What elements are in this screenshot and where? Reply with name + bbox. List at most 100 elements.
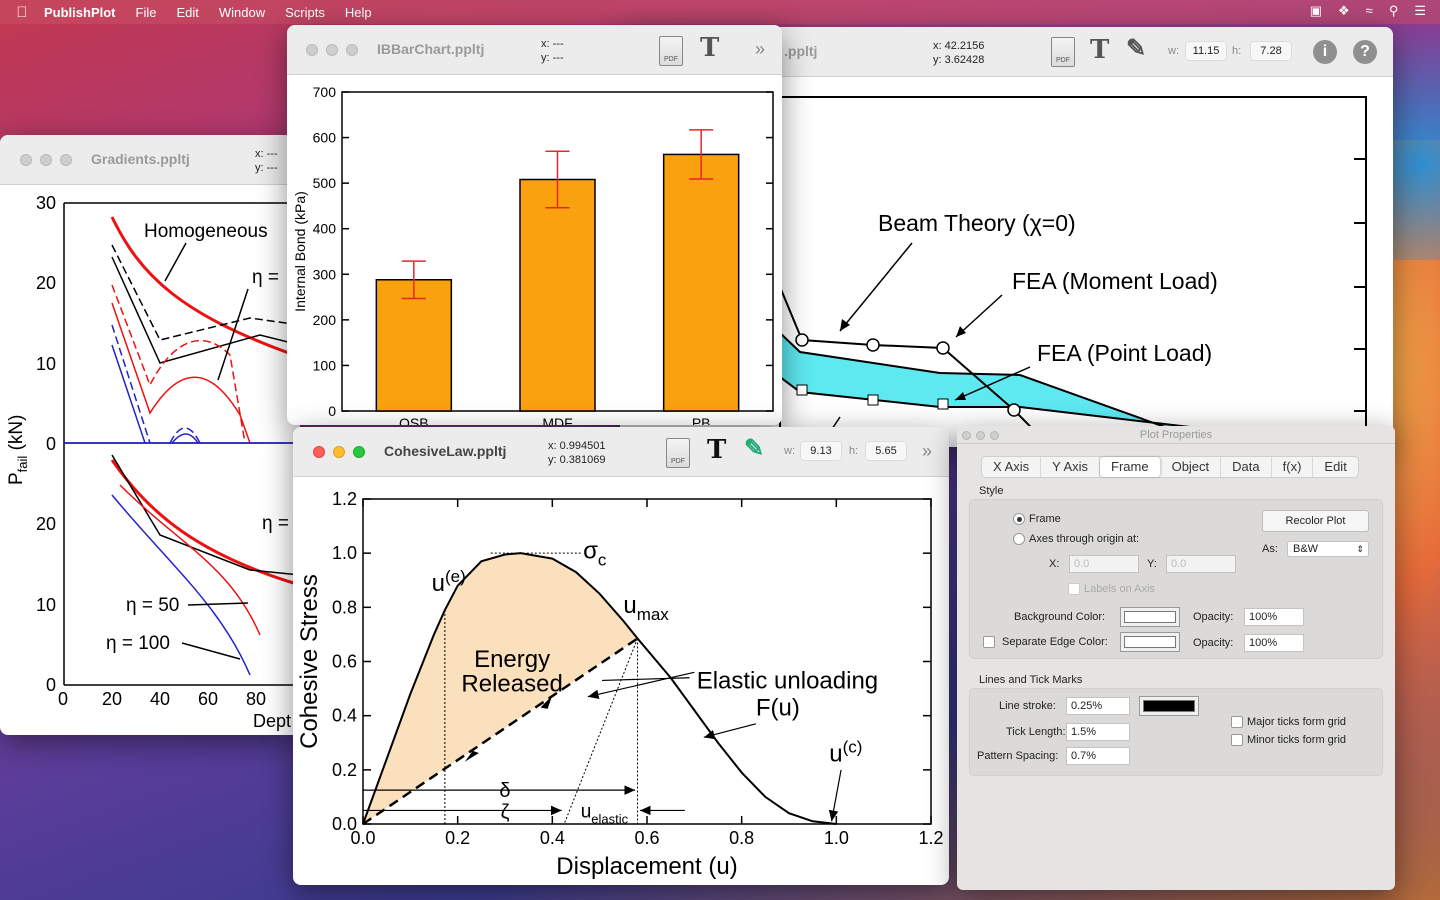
tick-length-field[interactable]: 1.5% [1066, 723, 1130, 741]
control-center-icon[interactable]: ☰ [1414, 3, 1426, 19]
bg-opacity-field[interactable]: 100% [1244, 608, 1304, 626]
search-icon[interactable]: ⚲ [1389, 3, 1399, 19]
x-tick-60: 60 [198, 689, 218, 709]
minor-grid-checkbox[interactable] [1231, 734, 1243, 746]
draw-tool-icon[interactable]: ✎ [744, 433, 764, 462]
zoom-button[interactable] [60, 154, 72, 166]
width-field[interactable]: 11.15 [1185, 41, 1227, 61]
zoom-button[interactable] [346, 44, 358, 56]
origin-y-field[interactable]: 0.0 [1166, 555, 1236, 573]
minimize-button[interactable] [40, 154, 52, 166]
zoom-button[interactable] [353, 446, 365, 458]
height-field[interactable]: 5.65 [865, 441, 907, 461]
line-stroke-label: Line stroke: [999, 700, 1056, 712]
menu-file[interactable]: File [136, 5, 157, 20]
width-field[interactable]: 9.13 [800, 441, 842, 461]
y-tick-label: 100 [313, 357, 337, 373]
line-stroke-field[interactable]: 0.25% [1066, 697, 1130, 715]
tick-length-label: Tick Length: [1006, 726, 1066, 738]
beam-theory-label: Beam Theory (χ=0) [878, 210, 1076, 236]
x-tick-label: 0.4 [540, 828, 565, 848]
origin-x-label: X: [1049, 558, 1060, 570]
text-tool-icon[interactable]: T [700, 33, 719, 63]
pdf-export-icon[interactable]: PDF [659, 36, 683, 66]
help-icon[interactable]: ? [1353, 40, 1377, 64]
energy-label: Energy [474, 646, 550, 673]
y-tick-bot-20: 20 [36, 514, 56, 534]
tab-object[interactable]: Object [1161, 457, 1222, 477]
panel-titlebar[interactable]: Plot Properties [957, 426, 1395, 444]
barchart-titlebar[interactable]: IBBarChart.ppltj x: --- y: --- PDF T » [287, 25, 782, 75]
line-color-swatch[interactable] [1139, 696, 1199, 716]
menu-scripts[interactable]: Scripts [285, 5, 325, 20]
overflow-chevron-icon[interactable]: » [922, 441, 932, 462]
tab-fx[interactable]: f(x) [1272, 457, 1314, 477]
pdf-export-icon[interactable]: PDF [1051, 37, 1075, 67]
frame-radio-label: Frame [1029, 513, 1061, 525]
cohesive-title: CohesiveLaw.ppltj [384, 443, 507, 459]
width-label: w: [784, 445, 795, 457]
menu-edit[interactable]: Edit [176, 5, 198, 20]
info-icon[interactable]: i [1313, 40, 1337, 64]
bg-color-label: Background Color: [1014, 611, 1106, 623]
style-section-label: Style [979, 485, 1004, 497]
y-axis-label: Internal Bond (kPa) [292, 191, 308, 312]
text-tool-icon[interactable]: T [1090, 35, 1109, 65]
frame-radio[interactable] [1013, 513, 1025, 525]
pattern-spacing-field[interactable]: 0.7% [1066, 747, 1130, 765]
overflow-chevron-icon[interactable]: » [755, 39, 765, 60]
apple-menu-icon[interactable]:  [0, 4, 44, 21]
uc-label: u(c) [829, 738, 862, 768]
menu-window[interactable]: Window [219, 5, 265, 20]
origin-x-field[interactable]: 0.0 [1069, 555, 1139, 573]
menu-bar:  PublishPlot File Edit Window Scripts H… [0, 0, 1440, 24]
barchart-coords: x: --- y: --- [541, 38, 564, 64]
y-tick-label: 0.0 [332, 814, 357, 834]
menu-help[interactable]: Help [345, 5, 372, 20]
y-tick-label: 600 [313, 130, 337, 146]
draw-tool-icon[interactable]: ✎ [1126, 33, 1146, 62]
tab-frame[interactable]: Frame [1100, 457, 1161, 477]
tab-x-axis[interactable]: X Axis [982, 457, 1042, 477]
close-button[interactable] [20, 154, 32, 166]
labels-on-axis-checkbox[interactable] [1068, 583, 1080, 595]
gradients-titlebar[interactable]: Gradients.ppltj x: --- y: --- [0, 135, 300, 185]
axes-origin-radio[interactable] [1013, 533, 1025, 545]
as-label: As: [1262, 543, 1278, 555]
separate-edge-checkbox[interactable] [983, 636, 995, 648]
text-tool-icon[interactable]: T [707, 435, 726, 465]
dropbox-icon[interactable]: ❖ [1338, 3, 1350, 19]
fea-moment-label: FEA (Moment Load) [1012, 268, 1218, 294]
cohesive-titlebar[interactable]: CohesiveLaw.ppltj x: 0.994501 y: 0.381069… [293, 427, 949, 477]
gradients-coords: x: --- y: --- [255, 148, 278, 174]
y-axis-label: Pfail (kN) [6, 415, 30, 485]
recolor-plot-button[interactable]: Recolor Plot [1262, 510, 1369, 532]
edge-color-swatch[interactable] [1120, 632, 1180, 652]
tab-edit[interactable]: Edit [1313, 457, 1357, 477]
cohesive-coords: x: 0.994501 y: 0.381069 [548, 440, 606, 466]
origin-y-label: Y: [1147, 558, 1157, 570]
tab-data[interactable]: Data [1221, 457, 1272, 477]
height-field[interactable]: 7.28 [1250, 41, 1292, 61]
close-button[interactable] [306, 44, 318, 56]
close-button[interactable] [313, 446, 325, 458]
menu-app[interactable]: PublishPlot [44, 5, 116, 20]
edge-opacity-field[interactable]: 100% [1244, 634, 1304, 652]
minimize-button[interactable] [326, 44, 338, 56]
bg-color-swatch[interactable] [1120, 607, 1180, 627]
screen-mirror-icon[interactable]: ▣ [1310, 3, 1322, 19]
point-marker [867, 394, 879, 406]
tab-y-axis[interactable]: Y Axis [1041, 457, 1101, 477]
pattern-spacing-label: Pattern Spacing: [977, 750, 1059, 762]
major-grid-checkbox[interactable] [1231, 716, 1243, 728]
wifi-off-icon[interactable]: ≈ [1366, 3, 1373, 19]
color-mode-select[interactable]: B&W ⇕ [1287, 541, 1369, 557]
cohesive-window: CohesiveLaw.ppltj x: 0.994501 y: 0.381069… [293, 427, 949, 885]
bar-osb [375, 279, 453, 412]
eta50-label: η = 50 [126, 595, 179, 616]
height-label: h: [849, 445, 859, 457]
pdf-export-icon[interactable]: PDF [666, 438, 690, 468]
minimize-button[interactable] [333, 446, 345, 458]
panel-tabs: X Axis Y Axis Frame Object Data f(x) Edi… [981, 456, 1359, 478]
bar-pb [662, 153, 740, 412]
